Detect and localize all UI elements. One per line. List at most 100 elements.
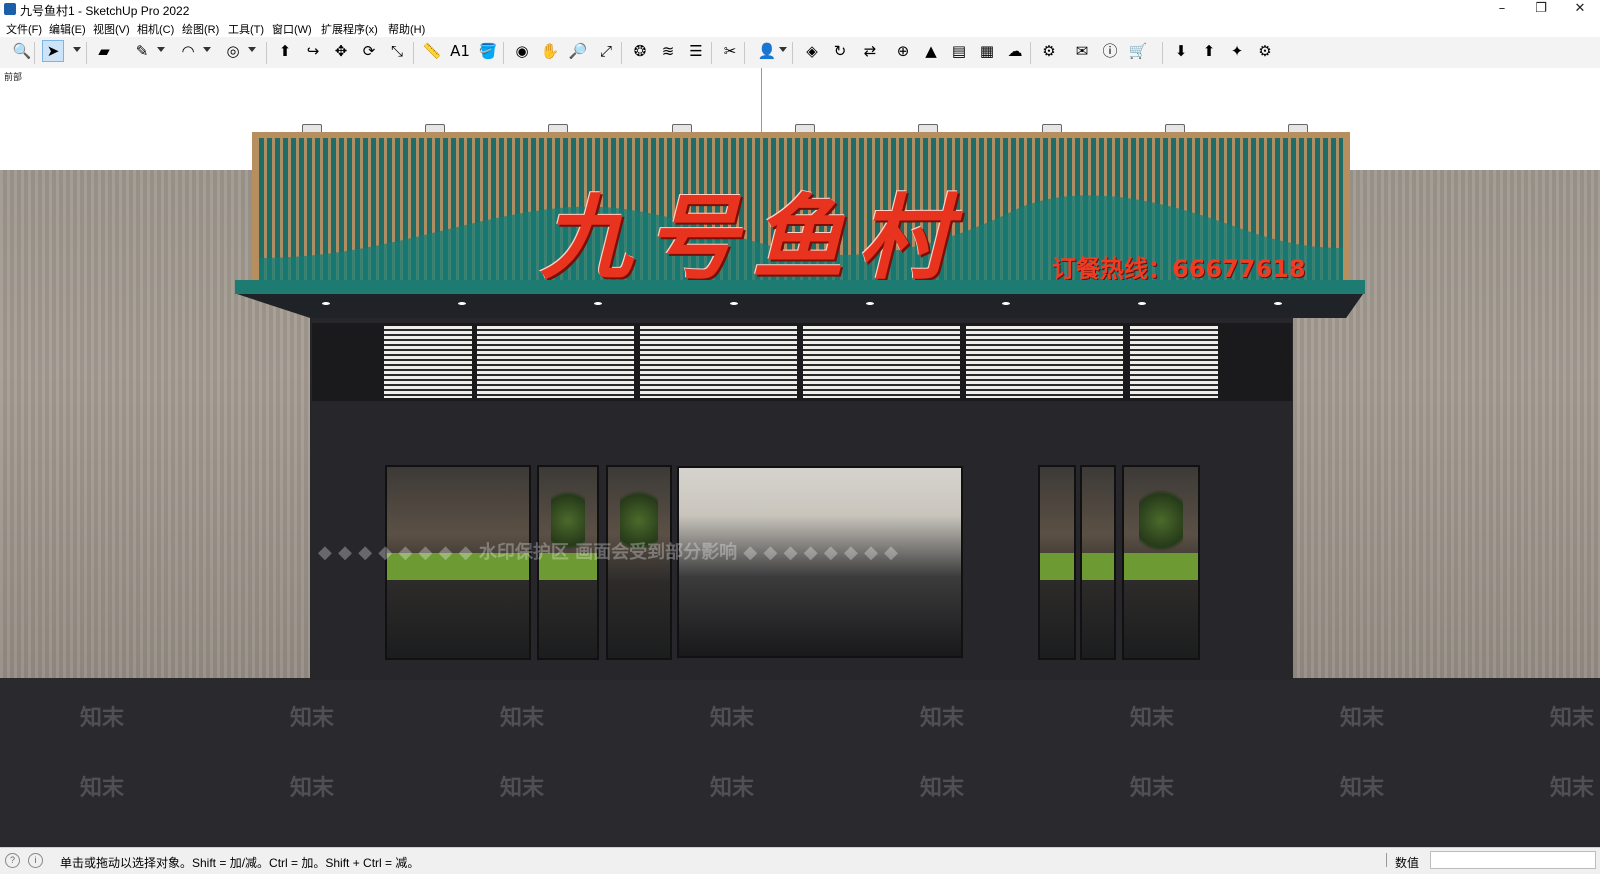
downlight	[594, 302, 602, 305]
sign-title: 九号鱼村	[540, 184, 965, 292]
dropdown-arrow-icon[interactable]	[157, 47, 165, 52]
toolbar-separator	[1162, 42, 1163, 64]
menu-tools[interactable]: 工具(T)	[228, 21, 264, 37]
downlight	[458, 302, 466, 305]
dropdown-arrow-icon[interactable]	[248, 47, 256, 52]
add-tool-icon[interactable]: ⊕	[892, 40, 914, 62]
main-toolbar: 🔍 ➤ ▰ ✎ ◠ ◎ ⬆ ↪ ✥ ⟳ ⤡ 📏 A1 🪣 ◉ ✋ 🔎 ⤢ ❂ ≋ ☰ ✂ 👤 ◈ ↻ ⇄ ⊕ ▲ ▤ ▦ ☁ ⚙ ✉ ⓘ 🛒 ⬇ ⬆ ✦ ⚙	[0, 37, 1600, 69]
measurements-input[interactable]	[1430, 851, 1596, 869]
tree-tool-icon[interactable]: ▲	[920, 40, 942, 62]
paint-bucket-tool-icon[interactable]: 🪣	[477, 40, 499, 62]
toolbar-separator	[34, 42, 35, 64]
scene-tab[interactable]: 前部	[4, 70, 22, 83]
title-bar: 九号鱼村1 - SketchUp Pro 2022 – ❐ ✕	[0, 0, 1600, 19]
cloud-upload-tool-icon[interactable]: ☁	[1004, 40, 1026, 62]
louver-panel	[1130, 326, 1218, 398]
menu-view[interactable]: 视图(V)	[93, 21, 130, 37]
downlight	[730, 302, 738, 305]
download-tool-icon[interactable]: ⬇	[1170, 40, 1192, 62]
downlight	[1002, 302, 1010, 305]
menu-extensions[interactable]: 扩展程序(x)	[321, 21, 378, 37]
swap-tool-icon[interactable]: ⇄	[859, 40, 881, 62]
layers-tool-icon[interactable]: ☰	[685, 40, 707, 62]
account-tool-icon[interactable]: 👤	[756, 40, 778, 62]
extension-a-icon[interactable]: ◈	[801, 40, 823, 62]
cursor-guide	[761, 68, 762, 138]
status-separator	[1386, 853, 1387, 867]
downlight	[866, 302, 874, 305]
section-tool-icon[interactable]: ✂	[719, 40, 741, 62]
louver-panel	[640, 326, 797, 398]
canopy-soffit	[237, 294, 1363, 318]
toolbar-separator	[744, 42, 745, 64]
eraser-tool-icon[interactable]: ▰	[93, 40, 115, 62]
zoom-extents-tool-icon[interactable]: ⤢	[595, 40, 617, 62]
close-button[interactable]: ✕	[1560, 0, 1600, 19]
cart-tool-icon[interactable]: 🛒	[1127, 40, 1149, 62]
geo-location-icon[interactable]: ?	[5, 853, 20, 868]
orbit-tool-icon[interactable]: ◉	[511, 40, 533, 62]
storefront-window	[1080, 465, 1116, 660]
refresh-tool-icon[interactable]: ↻	[829, 40, 851, 62]
downlight	[1138, 302, 1146, 305]
shapes-tool-icon[interactable]: ◎	[222, 40, 244, 62]
follow-me-tool-icon[interactable]: ↪	[302, 40, 324, 62]
menu-bar: 文件(F) 编辑(E) 视图(V) 相机(C) 绘图(R) 工具(T) 窗口(W…	[0, 19, 1600, 37]
menu-help[interactable]: 帮助(H)	[388, 21, 425, 37]
storefront-window	[1122, 465, 1200, 660]
louver-panel	[803, 326, 960, 398]
render-tool-icon[interactable]: ✦	[1226, 40, 1248, 62]
sketchup-app-icon	[4, 3, 16, 15]
toolbar-separator	[86, 42, 87, 64]
rotate-tool-icon[interactable]: ⟳	[358, 40, 380, 62]
menu-file[interactable]: 文件(F)	[6, 21, 42, 37]
toolbar-separator	[711, 42, 712, 64]
dropdown-arrow-icon[interactable]	[203, 47, 211, 52]
arc-tool-icon[interactable]: ◠	[177, 40, 199, 62]
dropdown-arrow-icon[interactable]	[73, 47, 81, 52]
scale-tool-icon[interactable]: ⤡	[386, 40, 408, 62]
sandbox-tool-icon[interactable]: ≋	[657, 40, 679, 62]
pencil-tool-icon[interactable]: ✎	[131, 40, 153, 62]
select-tool-icon[interactable]: ➤	[42, 40, 64, 62]
status-bar: ? i 单击或拖动以选择对象。Shift = 加/减。Ctrl = 加。Shif…	[0, 847, 1600, 874]
entrance-opening	[677, 466, 963, 658]
menu-edit[interactable]: 编辑(E)	[49, 21, 86, 37]
pan-tool-icon[interactable]: ✋	[539, 40, 561, 62]
push-pull-tool-icon[interactable]: ⬆	[274, 40, 296, 62]
warehouse-tool-icon[interactable]: ❂	[629, 40, 651, 62]
settings-tool-icon[interactable]: ⚙	[1038, 40, 1060, 62]
zoom-window-tool-icon[interactable]: 🔎	[567, 40, 589, 62]
dropdown-arrow-icon[interactable]	[779, 47, 787, 52]
toolbar-separator	[621, 42, 622, 64]
pattern-tool-icon[interactable]: ▦	[976, 40, 998, 62]
minimize-button[interactable]: –	[1482, 0, 1522, 19]
toolbar-separator	[792, 42, 793, 64]
status-hint: 单击或拖动以选择对象。Shift = 加/减。Ctrl = 加。Shift + …	[60, 856, 420, 870]
downlight	[1274, 302, 1282, 305]
louver-panel	[384, 326, 472, 398]
storefront-window	[1038, 465, 1076, 660]
stack-tool-icon[interactable]: ▤	[948, 40, 970, 62]
louver-panel	[966, 326, 1123, 398]
info-tool-icon[interactable]: ⓘ	[1099, 40, 1121, 62]
toolbar-separator	[413, 42, 414, 64]
menu-draw[interactable]: 绘图(R)	[182, 21, 219, 37]
toolbar-separator	[266, 42, 267, 64]
restore-button[interactable]: ❐	[1521, 0, 1561, 19]
mail-tool-icon[interactable]: ✉	[1071, 40, 1093, 62]
storefront-window	[537, 465, 599, 660]
storefront-window	[606, 465, 672, 660]
window-title: 九号鱼村1 - SketchUp Pro 2022	[20, 4, 190, 18]
text-tool-icon[interactable]: A1	[449, 40, 471, 62]
tape-measure-tool-icon[interactable]: 📏	[421, 40, 443, 62]
zoom-tool-icon[interactable]: 🔍	[11, 40, 33, 62]
model-viewport[interactable]: 前部 九号鱼村 订餐热线：66677618 ◆ ◆ ◆ ◆ ◆ ◆ ◆ ◆ 水印…	[0, 68, 1600, 847]
menu-window[interactable]: 窗口(W)	[272, 21, 312, 37]
menu-camera[interactable]: 相机(C)	[137, 21, 174, 37]
move-tool-icon[interactable]: ✥	[330, 40, 352, 62]
storefront-window	[385, 465, 531, 660]
gear-tool-icon[interactable]: ⚙	[1254, 40, 1276, 62]
upload-tool-icon[interactable]: ⬆	[1198, 40, 1220, 62]
info-icon[interactable]: i	[28, 853, 43, 868]
